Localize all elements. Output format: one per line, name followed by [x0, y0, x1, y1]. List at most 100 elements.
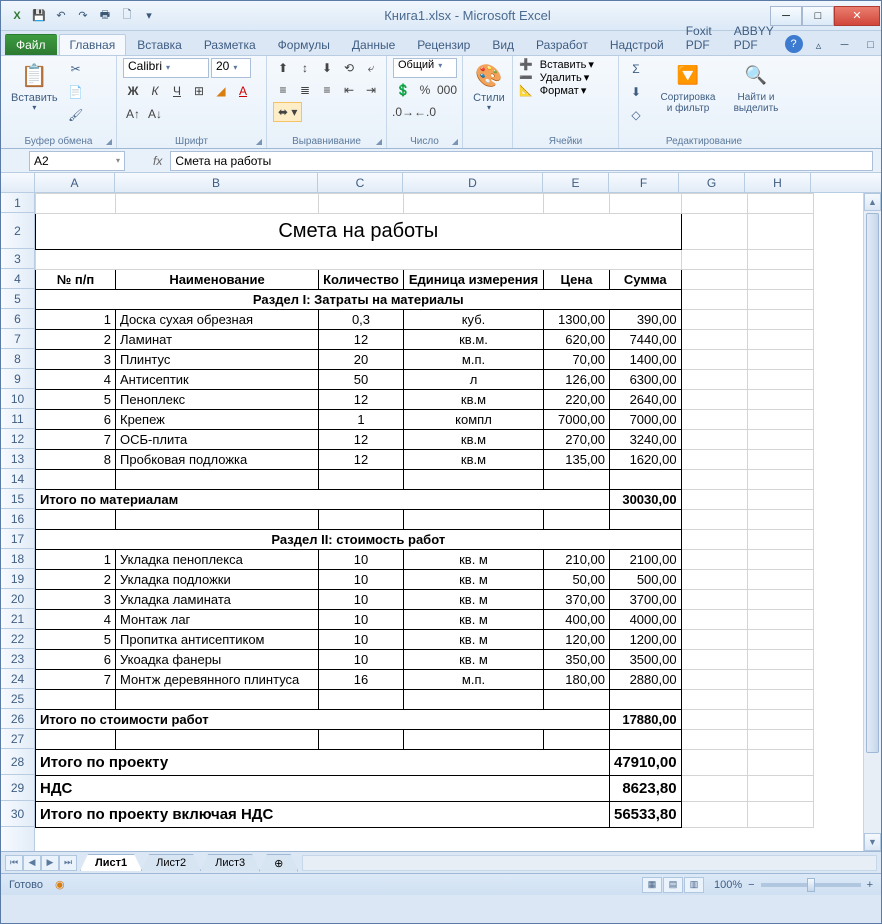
cell[interactable]	[681, 450, 747, 470]
cell[interactable]: 10	[319, 610, 404, 630]
cell[interactable]: Ламинат	[116, 330, 319, 350]
cell[interactable]	[681, 214, 747, 250]
zoom-in-icon[interactable]: +	[867, 879, 873, 891]
row-header[interactable]: 13	[1, 449, 34, 469]
cell[interactable]: Монтаж лаг	[116, 610, 319, 630]
cell[interactable]: 4000,00	[610, 610, 682, 630]
cell[interactable]	[747, 270, 813, 290]
cell[interactable]: Раздел I: Затраты на материалы	[36, 290, 682, 310]
tab-layout[interactable]: Разметка	[193, 34, 267, 55]
row-header[interactable]: 24	[1, 669, 34, 689]
cell[interactable]: м.п.	[404, 350, 544, 370]
cell[interactable]: № п/п	[36, 270, 116, 290]
cell[interactable]: Пропитка антисептиком	[116, 630, 319, 650]
row-header[interactable]: 16	[1, 509, 34, 529]
row-header[interactable]: 5	[1, 289, 34, 309]
cell[interactable]: 16	[319, 670, 404, 690]
cell[interactable]: кв.м	[404, 450, 544, 470]
cell[interactable]: 2880,00	[610, 670, 682, 690]
tab-nav-next-icon[interactable]: ▶	[41, 855, 59, 871]
cell[interactable]: 1400,00	[610, 350, 682, 370]
help-icon[interactable]: ?	[785, 35, 803, 53]
cell[interactable]: 10	[319, 590, 404, 610]
cell[interactable]: 3500,00	[610, 650, 682, 670]
row-header[interactable]: 14	[1, 469, 34, 489]
cell[interactable]	[116, 690, 319, 710]
cell[interactable]	[319, 690, 404, 710]
row-header[interactable]: 30	[1, 801, 34, 827]
cell[interactable]	[747, 214, 813, 250]
decrease-indent-icon[interactable]: ⇤	[339, 80, 359, 100]
cell[interactable]: Цена	[544, 270, 610, 290]
cell[interactable]: 70,00	[544, 350, 610, 370]
cells-insert-button[interactable]: ➕ Вставить ▾	[519, 58, 594, 71]
border-icon[interactable]: ⊞	[189, 81, 209, 101]
row-header[interactable]: 22	[1, 629, 34, 649]
cell[interactable]	[544, 510, 610, 530]
cell[interactable]: 210,00	[544, 550, 610, 570]
qat-save-icon[interactable]: 💾	[29, 6, 49, 26]
paste-button[interactable]: 📋 Вставить ▾	[7, 58, 62, 115]
cell[interactable]: м.п.	[404, 670, 544, 690]
row-header[interactable]: 7	[1, 329, 34, 349]
row-header[interactable]: 28	[1, 749, 34, 775]
row-header[interactable]: 20	[1, 589, 34, 609]
fill-color-icon[interactable]: ◢	[211, 81, 231, 101]
cell[interactable]	[747, 750, 813, 776]
cell[interactable]	[747, 350, 813, 370]
close-button[interactable]: ✕	[834, 6, 880, 26]
increase-indent-icon[interactable]: ⇥	[361, 80, 381, 100]
autosum-icon[interactable]: Σ	[625, 58, 647, 80]
cell[interactable]: Наименование	[116, 270, 319, 290]
cell[interactable]	[544, 470, 610, 490]
cell[interactable]: 120,00	[544, 630, 610, 650]
cell[interactable]: 135,00	[544, 450, 610, 470]
cell[interactable]	[747, 630, 813, 650]
merge-center-button[interactable]: ⬌ ▾	[273, 102, 302, 122]
cell[interactable]: 4	[36, 370, 116, 390]
cell[interactable]: кв. м	[404, 610, 544, 630]
cell[interactable]	[319, 194, 404, 214]
increase-decimal-icon[interactable]: .0→	[393, 102, 413, 122]
cell[interactable]	[747, 776, 813, 802]
row-header[interactable]: 23	[1, 649, 34, 669]
percent-icon[interactable]: %	[415, 80, 435, 100]
align-launcher-icon[interactable]: ◢	[376, 137, 382, 146]
cell[interactable]	[404, 730, 544, 750]
cell[interactable]	[747, 802, 813, 828]
cell[interactable]: 12	[319, 430, 404, 450]
cell[interactable]	[404, 690, 544, 710]
vscroll-thumb[interactable]	[866, 213, 879, 753]
cell[interactable]	[681, 410, 747, 430]
cells-delete-button[interactable]: ➖ Удалить ▾	[519, 71, 589, 84]
cell[interactable]	[747, 410, 813, 430]
cell[interactable]	[681, 270, 747, 290]
grow-font-icon[interactable]: A↑	[123, 104, 143, 124]
cell[interactable]: 220,00	[544, 390, 610, 410]
cell[interactable]: 370,00	[544, 590, 610, 610]
doc-minimize-icon[interactable]: ─	[835, 35, 855, 55]
cell[interactable]	[544, 690, 610, 710]
cell[interactable]: 350,00	[544, 650, 610, 670]
cell[interactable]: 5	[36, 390, 116, 410]
cell[interactable]	[681, 250, 747, 270]
cell[interactable]: Раздел II: стоимость работ	[36, 530, 682, 550]
vertical-scrollbar[interactable]: ▲ ▼	[863, 193, 881, 851]
col-header-F[interactable]: F	[609, 173, 679, 192]
cell[interactable]: Итого по стоимости работ	[36, 710, 610, 730]
row-header[interactable]: 25	[1, 689, 34, 709]
cell[interactable]	[404, 194, 544, 214]
view-layout-icon[interactable]: ▤	[663, 877, 683, 893]
excel-icon[interactable]: X	[7, 6, 27, 26]
cell[interactable]	[747, 490, 813, 510]
cell[interactable]: 1200,00	[610, 630, 682, 650]
cut-icon[interactable]: ✂	[65, 58, 87, 80]
cell[interactable]	[747, 690, 813, 710]
cell[interactable]: 6	[36, 650, 116, 670]
cell[interactable]: 6	[36, 410, 116, 430]
cell[interactable]: 20	[319, 350, 404, 370]
cell[interactable]	[747, 530, 813, 550]
cell[interactable]: л	[404, 370, 544, 390]
cell[interactable]	[681, 470, 747, 490]
cell[interactable]	[747, 710, 813, 730]
